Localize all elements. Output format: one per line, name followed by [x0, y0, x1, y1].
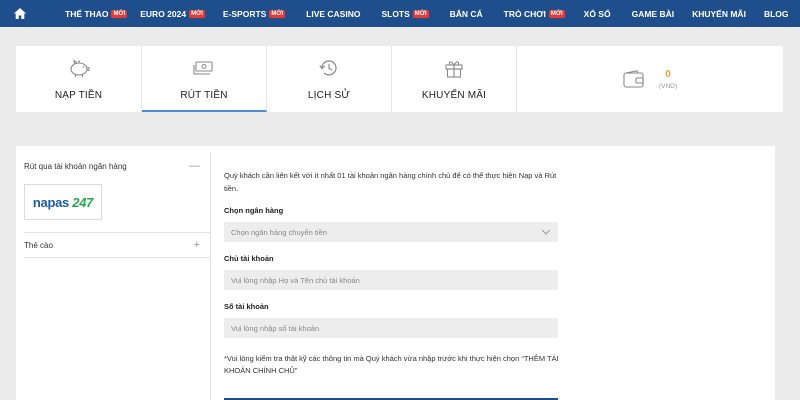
nav-item-sports[interactable]: THỂ THAO MỚI [65, 0, 128, 27]
divider [210, 152, 211, 400]
new-badge: MỚI [412, 9, 429, 18]
nav-item-esports[interactable]: E-SPORTS MỚI [222, 0, 286, 27]
nav-label: BẮN CÁ [449, 8, 483, 19]
gift-icon [445, 61, 463, 78]
bank-select-label: Chọn ngân hàng [224, 206, 284, 215]
withdraw-methods: Rút qua tài khoản ngân hàng — napas 247 … [24, 156, 210, 258]
chevron-down-icon [541, 229, 551, 235]
nav-item-lottery[interactable]: XỔ SỐ [584, 0, 611, 27]
nav-label: XỔ SỐ [583, 8, 611, 19]
divider [24, 232, 210, 233]
withdraw-panel: Rút qua tài khoản ngân hàng — napas 247 … [16, 146, 775, 400]
nav-label: SLOTS [381, 8, 410, 19]
wallet-icon [623, 70, 644, 88]
verification-note: *Vui lòng kiểm tra thật kỹ các thông tin… [224, 354, 559, 375]
home-button[interactable] [0, 0, 40, 27]
napas247-logo: napas 247 [32, 194, 94, 210]
bank-select-placeholder: Chọn ngân hàng chuyển tiền [231, 227, 327, 237]
new-badge: MỚI [548, 9, 565, 18]
nav-label: GAME BÀI [631, 8, 675, 19]
nav-label: E-SPORTS [222, 8, 267, 19]
balance-value: 0 [665, 68, 671, 80]
nav-label: TRÒ CHƠI [503, 8, 546, 19]
nav-item-games[interactable]: TRÒ CHƠI MỚI [504, 0, 565, 27]
account-owner-input[interactable]: Vui lòng nhập Họ và Tên chủ tài khoản [224, 270, 558, 290]
account-owner-placeholder: Vui lòng nhập Họ và Tên chủ tài khoản [231, 275, 360, 285]
tab-withdraw[interactable]: RÚT TIỀN [142, 46, 267, 112]
new-badge: MỚI [111, 9, 128, 18]
new-badge: MỚI [269, 9, 286, 18]
account-owner-label: Chủ tài khoản [224, 254, 274, 263]
new-badge: MỚI [189, 9, 205, 18]
piggy-bank-icon [69, 58, 89, 77]
collapse-icon[interactable]: — [189, 160, 200, 172]
expand-icon[interactable]: + [194, 239, 200, 251]
nav-item-fishing[interactable]: BẮN CÁ [450, 0, 483, 27]
tab-label: LỊCH SỬ [307, 90, 351, 101]
tab-label: KHUYẾN MÃI [421, 90, 487, 101]
account-number-placeholder: Vui lòng nhập số tài khoản [231, 323, 320, 333]
nav-item-blog[interactable]: BLOG [764, 0, 789, 27]
history-icon [319, 60, 337, 76]
method-bank-transfer[interactable]: Rút qua tài khoản ngân hàng — [24, 156, 210, 176]
bank-account-form: Quý khách cần liên kết với ít nhất 01 tà… [224, 169, 564, 377]
account-number-label: Số tài khoản [224, 302, 269, 311]
divider [24, 257, 210, 258]
method-scratch-card[interactable]: Thẻ cào + [24, 235, 210, 255]
method-label: Thẻ cào [24, 240, 53, 250]
wallet-balance: 0 (VND) [517, 46, 783, 112]
nav-item-euro2024[interactable]: EURO 2024 MỚI [140, 0, 205, 27]
tab-label: NẠP TIỀN [54, 90, 103, 101]
balance-currency: (VND) [658, 82, 678, 90]
nav-label: EURO 2024 [140, 8, 187, 19]
bank-select[interactable]: Chọn ngân hàng chuyển tiền [224, 222, 558, 242]
form-intro: Quý khách cần liên kết với ít nhất 01 tà… [224, 171, 557, 193]
nav-item-card-games[interactable]: GAME BÀI [632, 0, 675, 27]
nav-item-slots[interactable]: SLOTS MỚI [381, 0, 429, 27]
cashier-tabs: NẠP TIỀN RÚT TIỀN LỊCH SỬ KHUYẾN MÃI 0 (… [16, 46, 783, 112]
nav-item-live-casino[interactable]: LIVE CASINO [306, 0, 360, 27]
nav-label: LIVE CASINO [306, 8, 361, 19]
napas247-option[interactable]: napas 247 [24, 184, 102, 220]
account-number-input[interactable]: Vui lòng nhập số tài khoản [224, 318, 558, 338]
method-label: Rút qua tài khoản ngân hàng [24, 161, 127, 171]
nav-label: KHUYẾN MÃI [692, 8, 746, 19]
top-nav: THỂ THAO MỚI EURO 2024 MỚI E-SPORTS MỚI … [0, 0, 800, 27]
tab-history[interactable]: LỊCH SỬ [267, 46, 392, 112]
nav-label: BLOG [763, 8, 789, 19]
nav-label: THỂ THAO [65, 8, 109, 19]
tab-label: RÚT TIỀN [180, 90, 228, 101]
nav-item-promotions[interactable]: KHUYẾN MÃI [692, 0, 746, 27]
cash-icon [193, 61, 213, 75]
tab-deposit[interactable]: NẠP TIỀN [16, 46, 142, 112]
tab-promotions[interactable]: KHUYẾN MÃI [392, 46, 517, 112]
home-icon [14, 8, 26, 19]
